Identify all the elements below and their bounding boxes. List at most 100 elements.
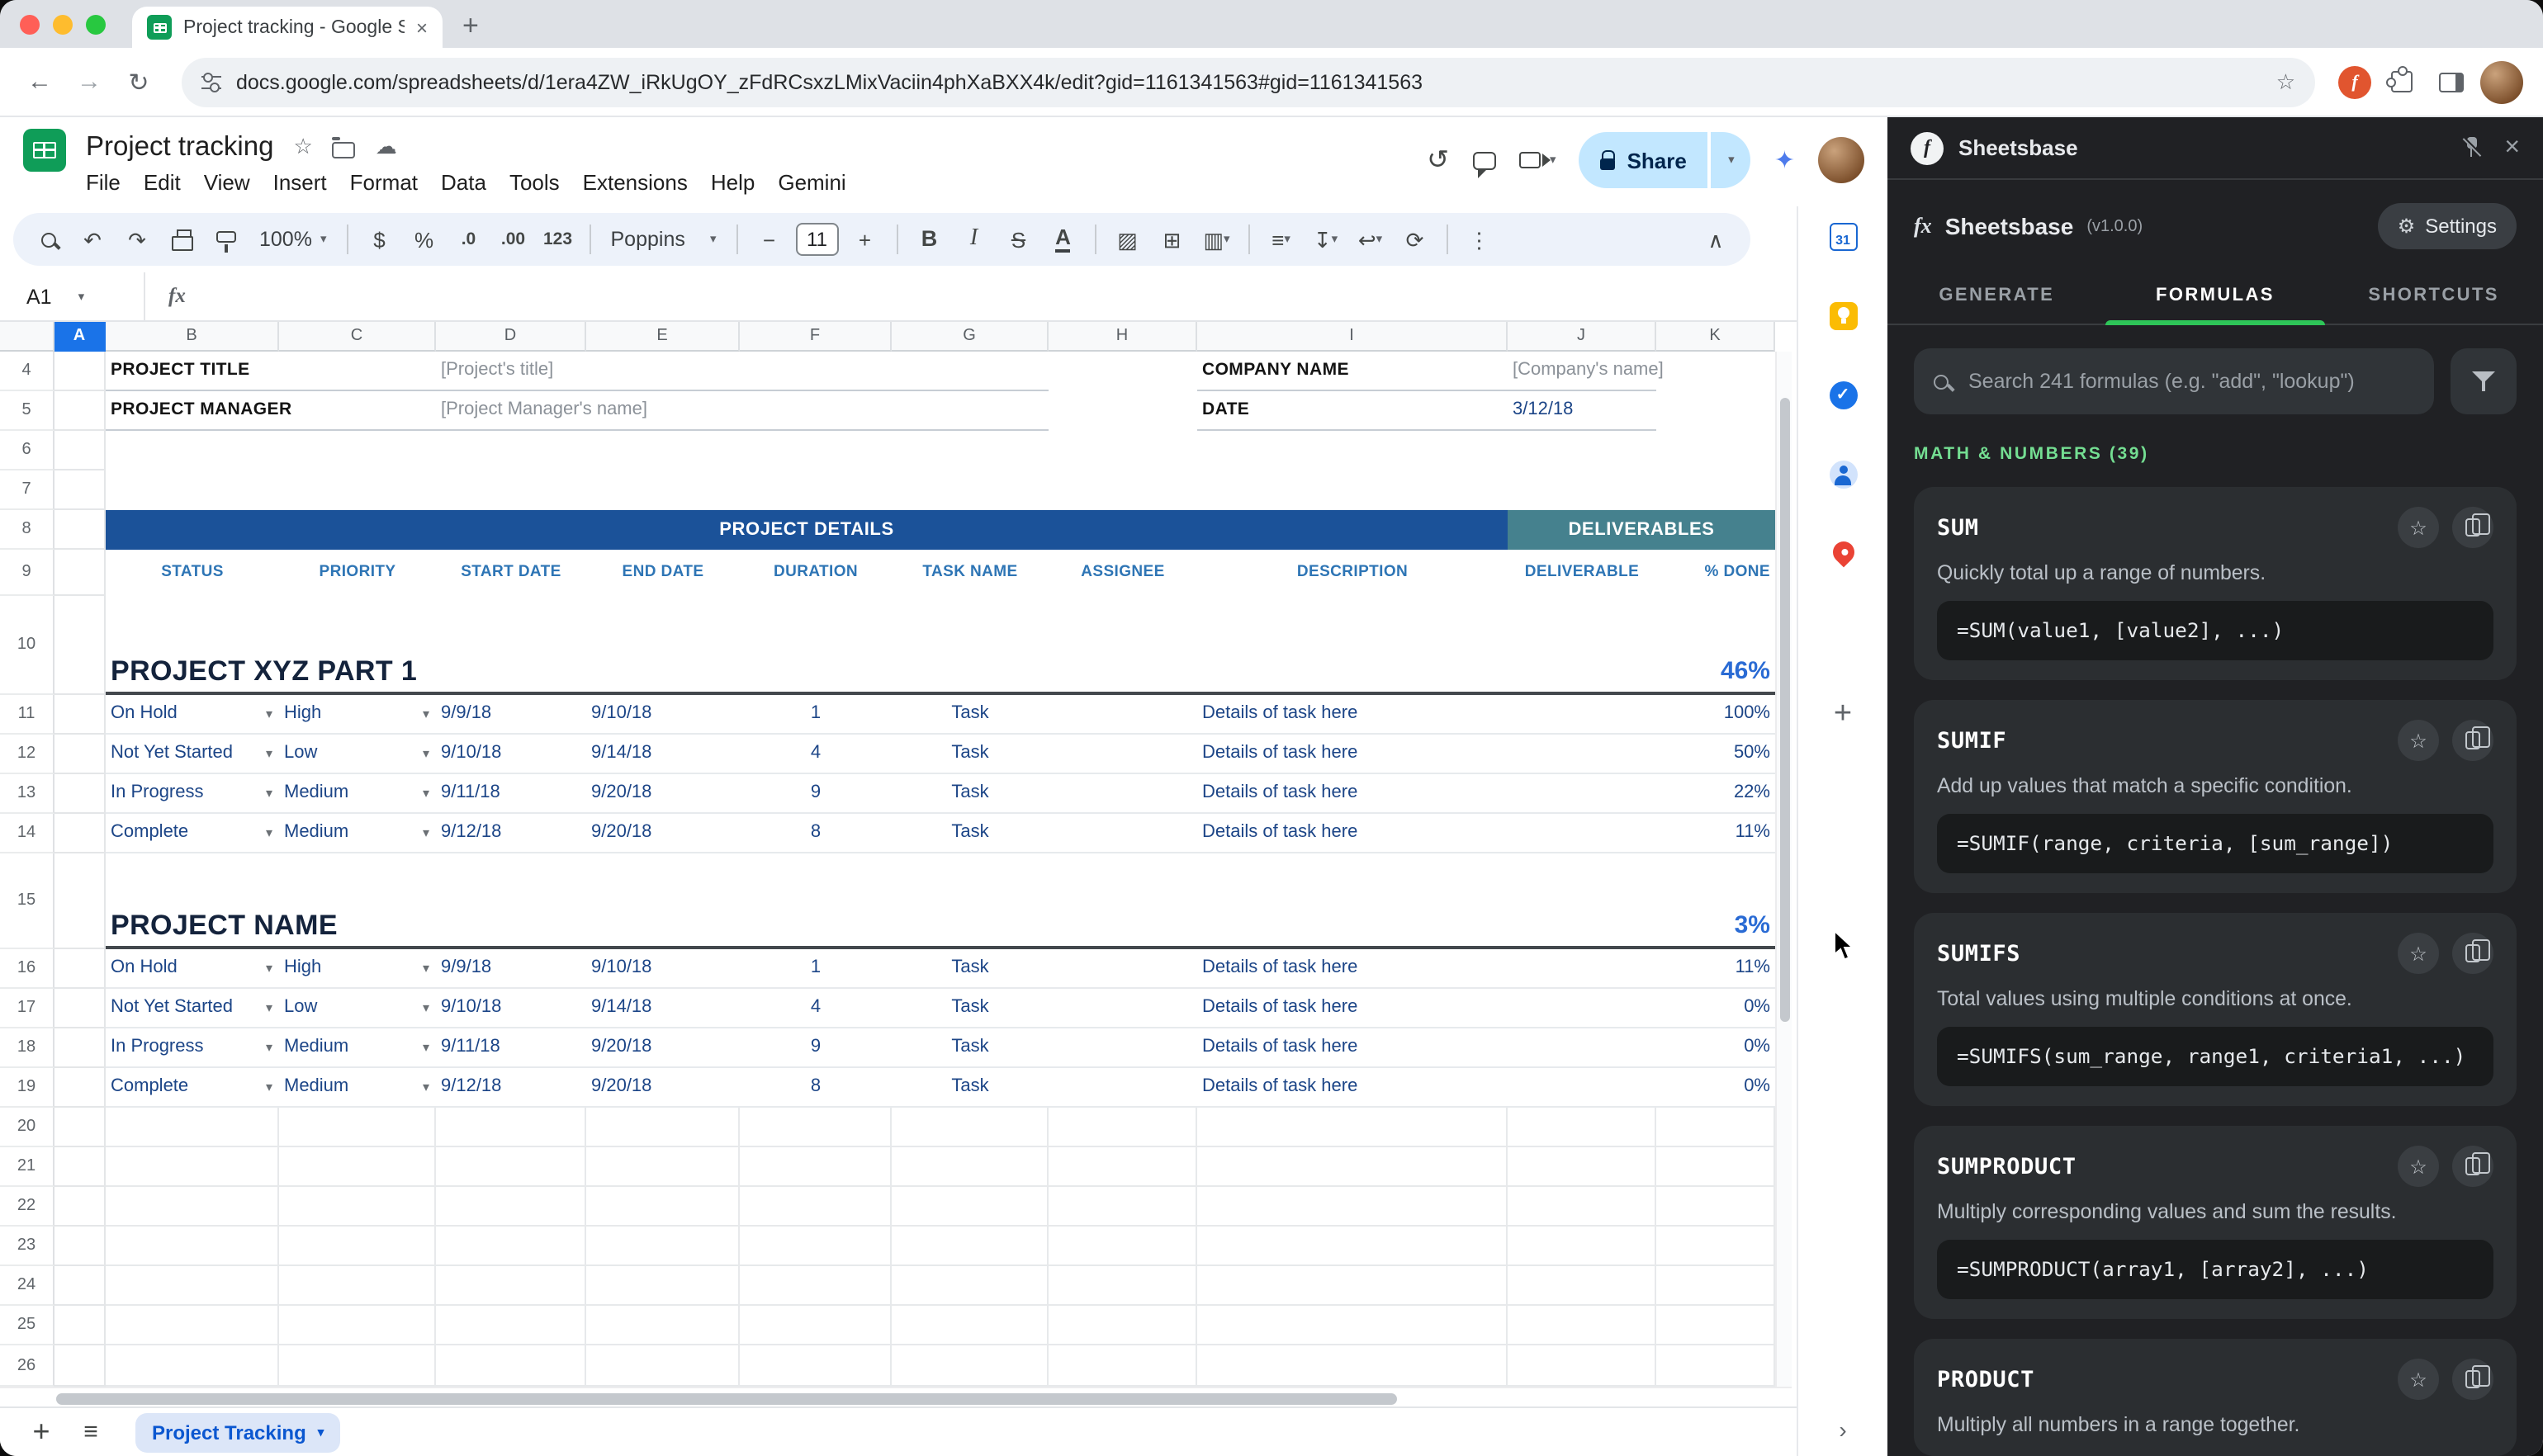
font-family-button[interactable]: Poppins▾ bbox=[601, 218, 727, 261]
select-all-corner[interactable] bbox=[0, 322, 54, 352]
redo-button[interactable]: ↷ bbox=[116, 218, 159, 261]
cell-C23[interactable] bbox=[279, 1227, 436, 1266]
cell-K20[interactable] bbox=[1656, 1108, 1775, 1147]
cell-K23[interactable] bbox=[1656, 1227, 1775, 1266]
browser-profile-avatar[interactable] bbox=[2480, 60, 2523, 103]
cell-F23[interactable] bbox=[740, 1227, 892, 1266]
cell-H7[interactable] bbox=[1049, 470, 1197, 510]
vertical-align-button[interactable]: ↧▾ bbox=[1305, 218, 1347, 261]
menu-gemini[interactable]: Gemini bbox=[766, 167, 857, 198]
cell-D6[interactable] bbox=[436, 431, 586, 470]
undo-button[interactable]: ↶ bbox=[71, 218, 114, 261]
back-icon[interactable]: ← bbox=[20, 68, 59, 96]
site-settings-icon[interactable] bbox=[201, 75, 221, 88]
favorite-button[interactable]: ☆ bbox=[2398, 1146, 2439, 1187]
cell-H23[interactable] bbox=[1049, 1227, 1197, 1266]
cell-J6[interactable] bbox=[1508, 431, 1656, 470]
cell-B13[interactable]: In Progress▾ bbox=[106, 774, 279, 814]
copy-button[interactable] bbox=[2452, 1146, 2493, 1187]
favorite-button[interactable]: ☆ bbox=[2398, 720, 2439, 761]
cell-C12[interactable]: Low▾ bbox=[279, 735, 436, 774]
row-header-20[interactable]: 20 bbox=[0, 1108, 54, 1147]
cell-B21[interactable] bbox=[106, 1147, 279, 1187]
cell-G26[interactable] bbox=[892, 1345, 1049, 1387]
cell-D20[interactable] bbox=[436, 1108, 586, 1147]
bookmark-star-icon[interactable]: ☆ bbox=[2276, 69, 2295, 95]
decrease-font-size-button[interactable]: − bbox=[748, 218, 791, 261]
table-header-end-date[interactable]: END DATE bbox=[586, 550, 740, 596]
row-header-18[interactable]: 18 bbox=[0, 1028, 54, 1068]
cell-J20[interactable] bbox=[1508, 1108, 1656, 1147]
vertical-scrollbar[interactable] bbox=[1775, 352, 1792, 1387]
cell-E24[interactable] bbox=[586, 1266, 740, 1306]
row-header-16[interactable]: 16 bbox=[0, 949, 54, 989]
cell-A19[interactable] bbox=[54, 1068, 106, 1108]
bold-button[interactable]: B bbox=[908, 218, 951, 261]
menu-data[interactable]: Data bbox=[429, 167, 498, 198]
cell-E17[interactable]: 9/14/18 bbox=[586, 989, 740, 1028]
row-header-6[interactable]: 6 bbox=[0, 431, 54, 470]
cell-B17[interactable]: Not Yet Started▾ bbox=[106, 989, 279, 1028]
formula-search-box[interactable] bbox=[1914, 348, 2434, 414]
row-header-8[interactable]: 8 bbox=[0, 510, 54, 550]
cell-J14[interactable] bbox=[1508, 814, 1656, 853]
cell-G7[interactable] bbox=[892, 470, 1049, 510]
cell-I22[interactable] bbox=[1197, 1187, 1508, 1227]
cell-I7[interactable] bbox=[1197, 470, 1508, 510]
rail-maps-button[interactable] bbox=[1821, 533, 1864, 573]
cell-F22[interactable] bbox=[740, 1187, 892, 1227]
cell-H4[interactable] bbox=[1049, 352, 1197, 391]
cell-H12[interactable] bbox=[1049, 735, 1197, 774]
reload-icon[interactable]: ↻ bbox=[119, 67, 159, 97]
cell-I11[interactable]: Details of task here bbox=[1197, 695, 1508, 735]
close-panel-icon[interactable]: × bbox=[2504, 135, 2520, 161]
cell-C18[interactable]: Medium▾ bbox=[279, 1028, 436, 1068]
col-header-K[interactable]: K bbox=[1656, 322, 1775, 352]
zoom-button[interactable]: 100%▾ bbox=[249, 218, 337, 261]
cell-K11[interactable]: 100% bbox=[1656, 695, 1775, 735]
cell-H18[interactable] bbox=[1049, 1028, 1197, 1068]
cell-A8[interactable] bbox=[54, 510, 106, 550]
cell-D4[interactable]: [Project's title] bbox=[436, 352, 1049, 391]
cell-K7[interactable] bbox=[1656, 470, 1775, 510]
band-deliverables[interactable]: DELIVERABLES bbox=[1508, 510, 1775, 550]
menu-edit[interactable]: Edit bbox=[132, 167, 192, 198]
cell-F14[interactable]: 8 bbox=[740, 814, 892, 853]
cell-F25[interactable] bbox=[740, 1306, 892, 1345]
menu-insert[interactable]: Insert bbox=[262, 167, 339, 198]
cell-C24[interactable] bbox=[279, 1266, 436, 1306]
cell-H14[interactable] bbox=[1049, 814, 1197, 853]
share-button[interactable]: Share bbox=[1579, 132, 1708, 188]
col-header-J[interactable]: J bbox=[1508, 322, 1656, 352]
cell-K21[interactable] bbox=[1656, 1147, 1775, 1187]
section-1-percent[interactable]: 46% bbox=[1656, 596, 1775, 695]
cell-I26[interactable] bbox=[1197, 1345, 1508, 1387]
version-history-icon[interactable]: ↺ bbox=[1427, 144, 1449, 177]
sheet-tab-caret-icon[interactable]: ▾ bbox=[318, 1426, 324, 1439]
favorite-button[interactable]: ☆ bbox=[2398, 507, 2439, 548]
cell-J16[interactable] bbox=[1508, 949, 1656, 989]
cell-H5[interactable] bbox=[1049, 391, 1197, 431]
horizontal-scrollbar-thumb[interactable] bbox=[56, 1392, 1397, 1404]
cell-A14[interactable] bbox=[54, 814, 106, 853]
cell-G23[interactable] bbox=[892, 1227, 1049, 1266]
cell-B26[interactable] bbox=[106, 1345, 279, 1387]
document-title[interactable]: Project tracking bbox=[86, 131, 273, 163]
window-minimize-button[interactable] bbox=[53, 14, 73, 34]
col-header-C[interactable]: C bbox=[279, 322, 436, 352]
cell-B24[interactable] bbox=[106, 1266, 279, 1306]
rail-add-button[interactable]: + bbox=[1821, 695, 1864, 735]
cell-K18[interactable]: 0% bbox=[1656, 1028, 1775, 1068]
cell-G22[interactable] bbox=[892, 1187, 1049, 1227]
table-header-status[interactable]: STATUS bbox=[106, 550, 279, 596]
search-button[interactable] bbox=[26, 218, 69, 261]
cell-C7[interactable] bbox=[279, 470, 436, 510]
cell-K13[interactable]: 22% bbox=[1656, 774, 1775, 814]
currency-format-button[interactable]: $ bbox=[358, 218, 401, 261]
cell-H26[interactable] bbox=[1049, 1345, 1197, 1387]
strikethrough-button[interactable]: S bbox=[997, 218, 1040, 261]
cell-K4[interactable] bbox=[1656, 352, 1775, 391]
cell-I20[interactable] bbox=[1197, 1108, 1508, 1147]
cell-K19[interactable]: 0% bbox=[1656, 1068, 1775, 1108]
section-2-percent[interactable]: 3% bbox=[1656, 853, 1775, 949]
